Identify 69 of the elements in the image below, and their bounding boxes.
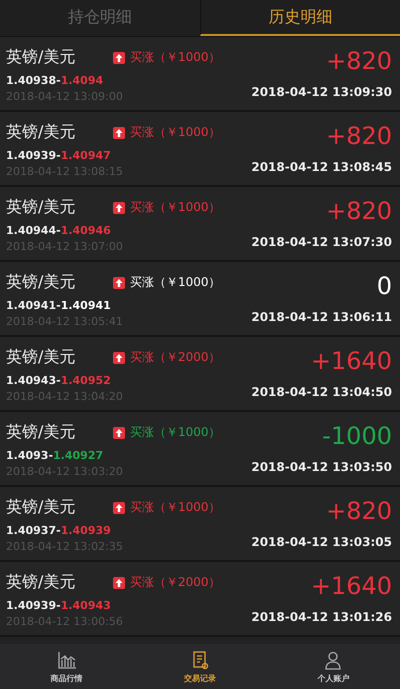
trade-direction: 买涨（￥2000） — [130, 574, 221, 591]
currency-pair: 英镑/美元 — [6, 347, 76, 368]
trade-direction: 买涨（￥1000） — [130, 124, 221, 141]
close-price: 1.40947 — [60, 149, 111, 162]
up-arrow-icon — [113, 276, 125, 288]
profit-amount: +820 — [326, 47, 392, 75]
profit-amount: +820 — [326, 197, 392, 225]
profit-amount: +1640 — [310, 572, 392, 600]
up-arrow-icon — [113, 352, 125, 364]
close-price: 1.40939 — [60, 524, 111, 537]
up-arrow-icon — [113, 126, 125, 138]
open-price: 1.40939 — [6, 149, 56, 162]
up-arrow-icon — [113, 426, 125, 438]
open-price: 1.40938 — [6, 74, 56, 87]
close-time: 2018-04-12 13:06:11 — [251, 310, 392, 324]
nav-label[interactable]: 交易记录 — [184, 672, 216, 684]
close-time: 2018-04-12 13:01:26 — [251, 610, 392, 624]
up-arrow-icon — [113, 202, 125, 214]
close-time: 2018-04-12 13:08:45 — [251, 160, 392, 174]
open-price: 1.40941 — [6, 299, 56, 312]
close-time: 2018-04-12 13:03:05 — [251, 535, 392, 549]
trade-direction: 买涨（￥1000） — [130, 424, 221, 441]
bar-chart-icon[interactable] — [56, 650, 77, 670]
trade-direction: 买涨（￥1000） — [130, 49, 221, 66]
open-price: 1.40937 — [6, 524, 56, 537]
price-separator: - — [56, 524, 61, 537]
close-time: 2018-04-12 13:04:50 — [251, 385, 392, 399]
price-separator: - — [48, 449, 54, 462]
currency-pair: 英镑/美元 — [6, 572, 76, 593]
close-price: 1.40927 — [53, 449, 104, 462]
close-price: 1.4094 — [60, 74, 104, 87]
currency-pair: 英镑/美元 — [6, 272, 76, 293]
close-price: 1.40941 — [60, 299, 111, 312]
trade-direction: 买涨（￥1000） — [130, 199, 221, 216]
close-time: 2018-04-12 13:03:50 — [251, 460, 392, 474]
up-arrow-icon — [113, 576, 125, 588]
nav-label[interactable]: 商品行情 — [50, 672, 83, 684]
close-time: 2018-04-12 13:09:30 — [251, 85, 392, 99]
price-separator: - — [56, 149, 61, 162]
nav-label[interactable]: 个人账户 — [317, 672, 350, 684]
trade-direction: 买涨（￥2000） — [130, 349, 221, 366]
open-price: 1.40943 — [6, 374, 56, 387]
currency-pair: 英镑/美元 — [6, 497, 76, 518]
price-separator: - — [56, 599, 61, 612]
price-separator: - — [56, 299, 61, 312]
price-separator: - — [56, 74, 61, 87]
trade-direction: 买涨（￥1000） — [130, 274, 221, 291]
profit-amount: 0 — [376, 272, 392, 300]
user-icon[interactable] — [323, 650, 344, 670]
open-price: 1.40944 — [6, 224, 56, 237]
close-price: 1.40943 — [60, 599, 111, 612]
up-arrow-icon — [113, 52, 125, 64]
close-price: 1.40946 — [60, 224, 111, 237]
currency-pair: 英镑/美元 — [6, 197, 76, 218]
currency-pair: 英镑/美元 — [6, 47, 76, 68]
open-price: 1.40939 — [6, 599, 56, 612]
profit-amount: +820 — [326, 122, 392, 150]
close-time: 2018-04-12 13:07:30 — [251, 235, 392, 249]
profit-amount: +1640 — [310, 347, 392, 375]
currency-pair: 英镑/美元 — [6, 422, 76, 443]
price-separator: - — [56, 224, 61, 237]
profit-amount: +820 — [326, 497, 392, 525]
open-price: 1.4093 — [6, 449, 48, 462]
profit-amount: -1000 — [322, 422, 392, 450]
close-price: 1.40952 — [60, 374, 111, 387]
up-arrow-icon — [113, 502, 125, 514]
price-separator: - — [56, 374, 61, 387]
currency-pair: 英镑/美元 — [6, 122, 76, 143]
trade-direction: 买涨（￥1000） — [130, 499, 221, 516]
